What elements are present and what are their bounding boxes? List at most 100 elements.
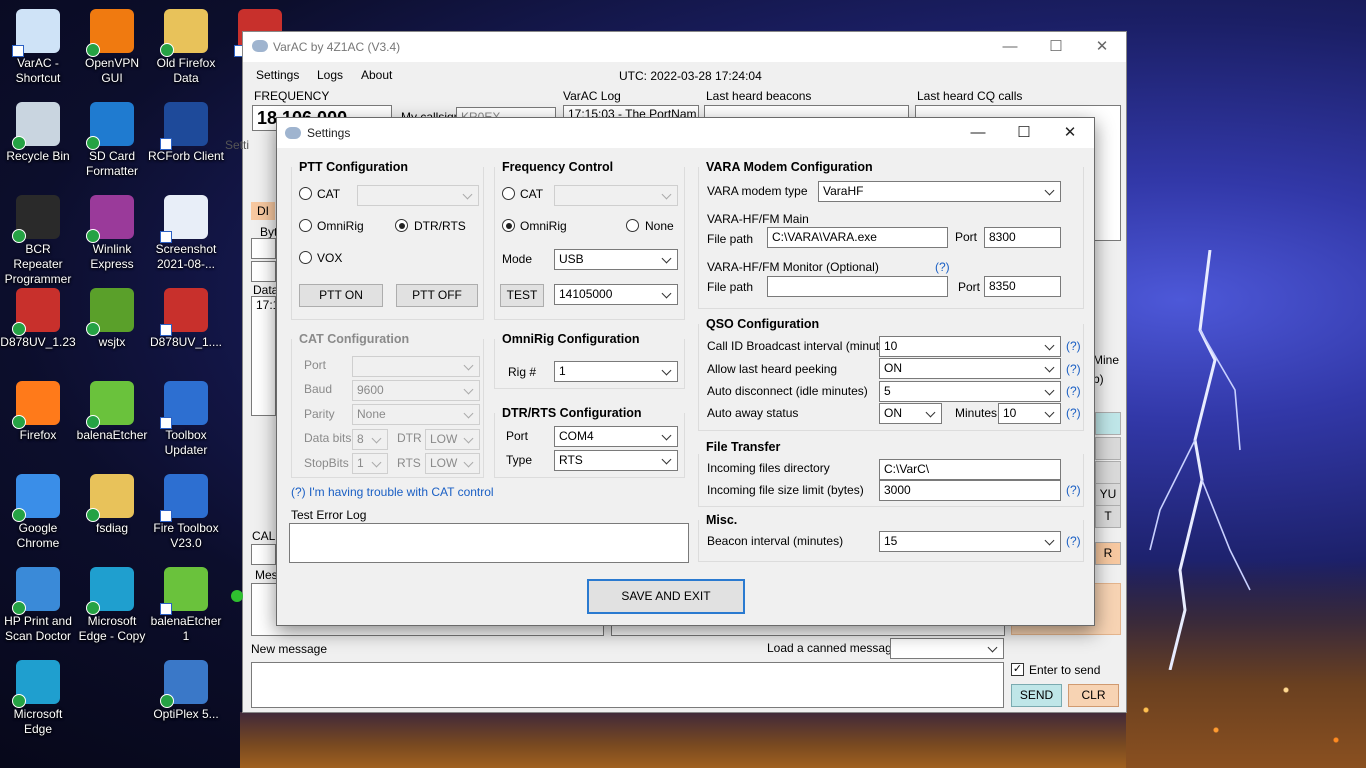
- settings-maximize-button[interactable]: ☐: [1001, 118, 1047, 148]
- settings-minimize-button[interactable]: —: [955, 118, 1001, 148]
- partial-t-button[interactable]: T: [1095, 505, 1121, 528]
- test-frequency-select[interactable]: 14105000: [554, 284, 678, 305]
- partial-call-input[interactable]: [251, 544, 276, 565]
- zip-folder-icon: [86, 474, 134, 522]
- send-button[interactable]: SEND: [1011, 684, 1062, 707]
- vara-monitor-port-input[interactable]: 8350: [984, 276, 1061, 297]
- desktop-icon[interactable]: D878UV_1....: [147, 284, 225, 374]
- desktop-icon-label: HP Print and Scan Doctor: [4, 614, 72, 643]
- desktop-icon[interactable]: Firefox: [0, 377, 77, 467]
- autodisc-select[interactable]: 5: [879, 381, 1061, 402]
- minimize-button[interactable]: —: [987, 32, 1033, 62]
- menu-about[interactable]: About: [361, 68, 392, 82]
- vara-type-label: VARA modem type: [707, 184, 808, 198]
- cat-parity-select[interactable]: None: [352, 404, 480, 425]
- freq-none-radio[interactable]: [626, 219, 639, 232]
- desktop-icon[interactable]: Microsoft Edge - Copy: [73, 563, 151, 653]
- desktop-icon[interactable]: fsdiag: [73, 470, 151, 560]
- desktop-icon[interactable]: Google Chrome: [0, 470, 77, 560]
- desktop-icon[interactable]: Old Firefox Data: [147, 5, 225, 95]
- cat-port-select[interactable]: [352, 356, 480, 377]
- desktop-icon[interactable]: wsjtx: [73, 284, 151, 374]
- ptt-dtr-rts-radio[interactable]: [395, 219, 408, 232]
- enter-to-send-checkbox[interactable]: ✓: [1011, 663, 1024, 676]
- desktop-icon[interactable]: Recycle Bin: [0, 98, 77, 188]
- canned-message-select[interactable]: [890, 638, 1004, 659]
- desktop-icon[interactable]: Screenshot 2021-08-...: [147, 191, 225, 281]
- desktop-icon[interactable]: RCForb Client: [147, 98, 225, 188]
- desktop-icon[interactable]: balenaEtcher 1: [147, 563, 225, 653]
- partial-btn-2[interactable]: [1095, 437, 1121, 460]
- menu-logs[interactable]: Logs: [317, 68, 343, 82]
- away-minutes-select[interactable]: 10: [998, 403, 1061, 424]
- new-message-input[interactable]: [251, 662, 1004, 708]
- ptt-on-button[interactable]: PTT ON: [299, 284, 383, 307]
- menu-settings[interactable]: Settings: [256, 68, 299, 82]
- freq-cat-radio[interactable]: [502, 187, 515, 200]
- close-button[interactable]: ✕: [1079, 32, 1125, 62]
- desktop-icon[interactable]: balenaEtcher: [73, 377, 151, 467]
- partial-btn-3[interactable]: [1095, 461, 1121, 484]
- cat-dtr-select[interactable]: LOW: [425, 429, 480, 450]
- freq-cat-select[interactable]: [554, 185, 678, 206]
- mode-select[interactable]: USB: [554, 249, 678, 270]
- desktop-icon[interactable]: OptiPlex 5...: [147, 656, 225, 746]
- partial-r-button[interactable]: R: [1095, 542, 1121, 565]
- overlay-badge-icon: [160, 417, 172, 429]
- cat-trouble-link[interactable]: (?) I'm having trouble with CAT control: [291, 485, 494, 499]
- ptt-off-button[interactable]: PTT OFF: [396, 284, 478, 307]
- vara-main-path-input[interactable]: C:\VARA\VARA.exe: [767, 227, 948, 248]
- dtr-port-select[interactable]: COM4: [554, 426, 678, 447]
- ptt-cat-select[interactable]: [357, 185, 479, 206]
- ptt-omnirig-radio[interactable]: [299, 219, 312, 232]
- vara-main-port-input[interactable]: 8300: [984, 227, 1061, 248]
- partial-di-button[interactable]: DI: [251, 202, 275, 220]
- ft-limit-help[interactable]: (?): [1066, 483, 1081, 497]
- callid-select[interactable]: 10: [879, 336, 1061, 357]
- maximize-button[interactable]: ☐: [1033, 32, 1079, 62]
- freq-omnirig-radio[interactable]: [502, 219, 515, 232]
- partial-input-1[interactable]: [251, 238, 276, 259]
- partial-btn-1[interactable]: [1095, 412, 1121, 435]
- beacon-select[interactable]: 15: [879, 531, 1061, 552]
- partial-yu-button[interactable]: YU: [1095, 483, 1121, 506]
- save-and-exit-button[interactable]: SAVE AND EXIT: [587, 579, 745, 614]
- beacon-help[interactable]: (?): [1066, 534, 1081, 548]
- test-button[interactable]: TEST: [500, 284, 544, 307]
- desktop-icon[interactable]: Fire Toolbox V23.0: [147, 470, 225, 560]
- desktop-icon[interactable]: Winlink Express: [73, 191, 151, 281]
- peek-help[interactable]: (?): [1066, 362, 1081, 376]
- clear-button[interactable]: CLR: [1068, 684, 1119, 707]
- cat-baud-select[interactable]: 9600: [352, 380, 480, 401]
- desktop-icon[interactable]: BCR Repeater Programmer: [0, 191, 77, 286]
- desktop-icon[interactable]: SD Card Formatter: [73, 98, 151, 188]
- callid-help[interactable]: (?): [1066, 339, 1081, 353]
- ptt-cat-radio[interactable]: [299, 187, 312, 200]
- dtr-type-select[interactable]: RTS: [554, 450, 678, 471]
- desktop-icon[interactable]: VarAC - Shortcut: [0, 5, 77, 95]
- desktop-icon[interactable]: OpenVPN GUI: [73, 5, 151, 95]
- screenshot-icon: [160, 195, 208, 243]
- error-log-box[interactable]: [289, 523, 689, 563]
- ft-dir-input[interactable]: C:\VarC\: [879, 459, 1061, 480]
- desktop-icon[interactable]: D878UV_1.23: [0, 284, 77, 374]
- vara-monitor-path-input[interactable]: [767, 276, 948, 297]
- away-help[interactable]: (?): [1066, 406, 1081, 420]
- vara-monitor-help[interactable]: (?): [935, 260, 950, 274]
- desktop-icon[interactable]: HP Print and Scan Doctor: [0, 563, 77, 653]
- peek-select[interactable]: ON: [879, 358, 1061, 379]
- rig-select[interactable]: 1: [554, 361, 678, 382]
- partial-input-2[interactable]: [251, 261, 276, 282]
- desktop-icon[interactable]: Microsoft Edge: [0, 656, 77, 746]
- cat-stopbits-select[interactable]: 1: [352, 453, 388, 474]
- partial-data-list[interactable]: 17:1: [251, 296, 276, 416]
- vara-type-select[interactable]: VaraHF: [818, 181, 1061, 202]
- cat-databits-select[interactable]: 8: [352, 429, 388, 450]
- settings-close-button[interactable]: ✕: [1047, 118, 1093, 148]
- ptt-vox-radio[interactable]: [299, 251, 312, 264]
- away-select[interactable]: ON: [879, 403, 942, 424]
- desktop-icon[interactable]: Toolbox Updater: [147, 377, 225, 467]
- ft-limit-input[interactable]: 3000: [879, 480, 1061, 501]
- cat-rts-select[interactable]: LOW: [425, 453, 480, 474]
- autodisc-help[interactable]: (?): [1066, 384, 1081, 398]
